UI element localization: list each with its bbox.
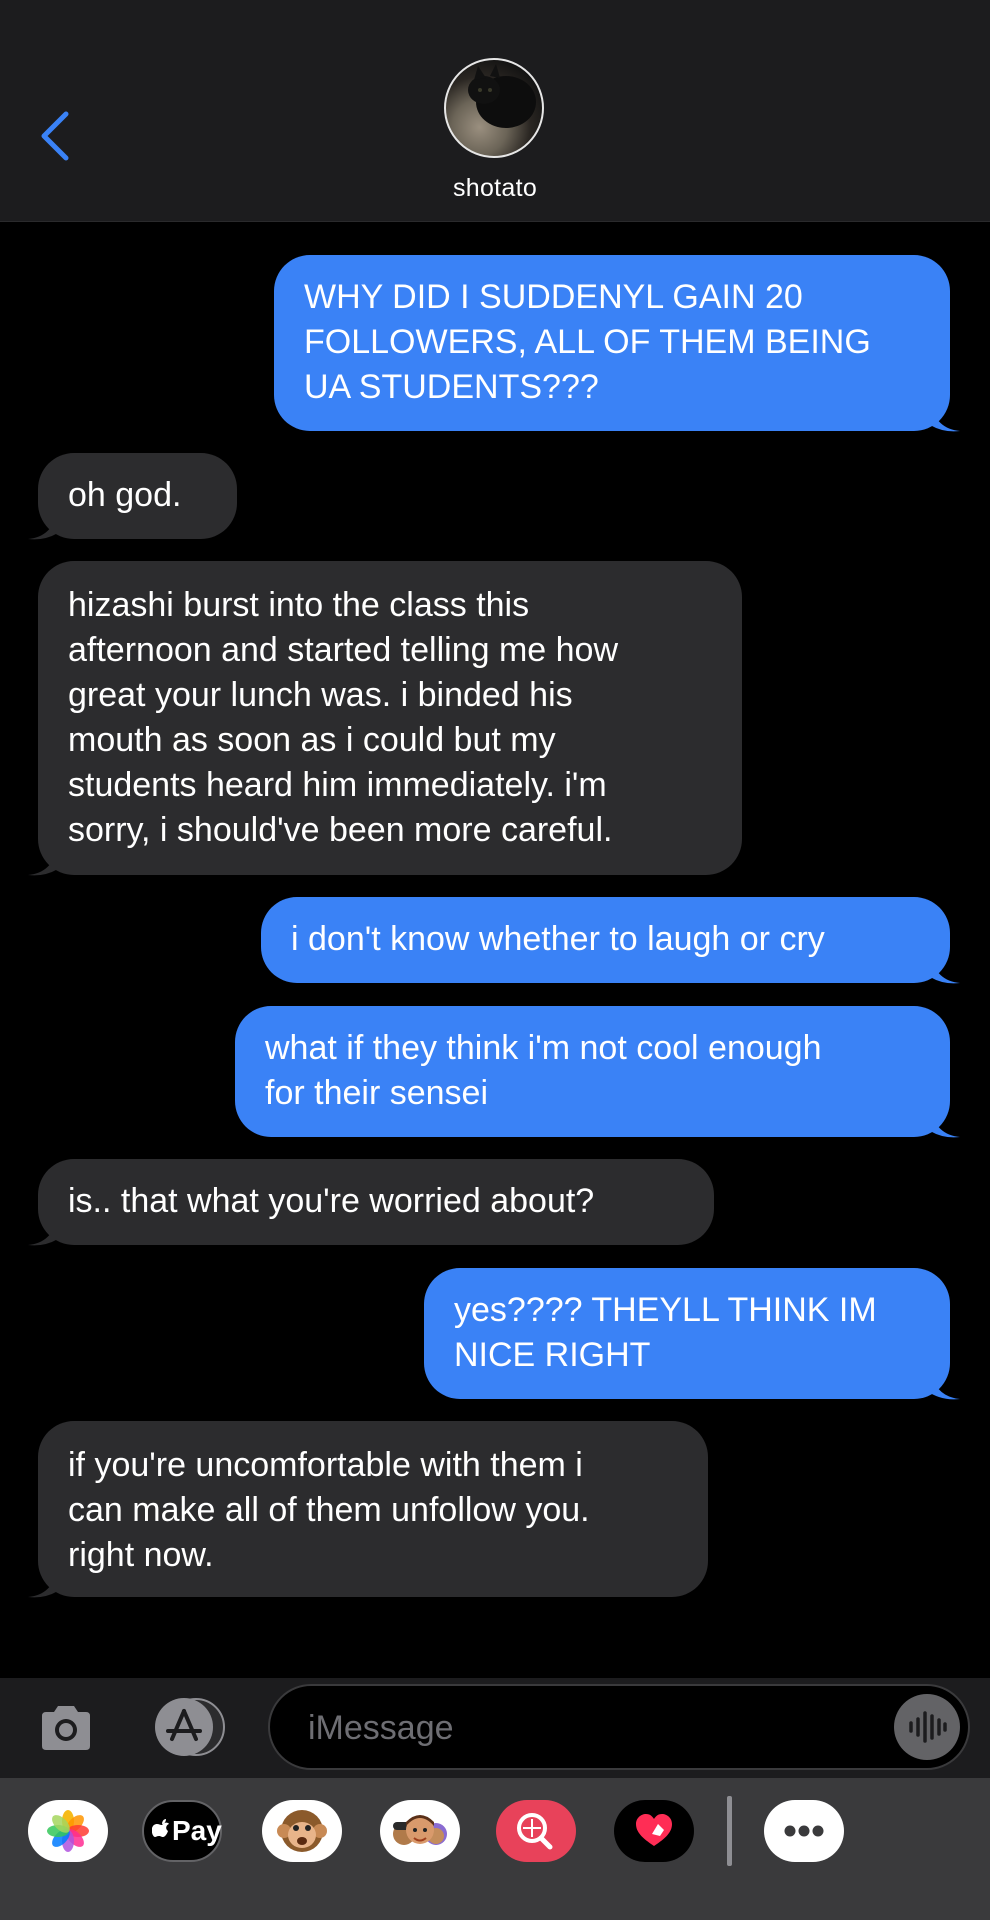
bubble-tail — [28, 847, 58, 876]
more-apps-icon[interactable] — [764, 1800, 844, 1862]
message-bubble-outgoing[interactable]: i don't know whether to laugh or cry — [261, 897, 950, 983]
digital-touch-app-icon[interactable] — [614, 1800, 694, 1862]
audio-message-icon[interactable] — [894, 1694, 960, 1760]
camera-icon[interactable] — [36, 1698, 96, 1758]
contact-name[interactable]: shotato — [0, 174, 990, 203]
message-input[interactable] — [306, 1686, 850, 1770]
imessage-field[interactable] — [268, 1684, 970, 1770]
message-bubble-outgoing[interactable]: what if they think i'm not cool enough f… — [235, 1006, 950, 1137]
bubble-tail — [930, 403, 960, 432]
search-images-app-icon[interactable] — [496, 1800, 576, 1862]
bubble-tail — [930, 1109, 960, 1138]
message-bubble-outgoing[interactable]: WHY DID I SUDDENYL GAIN 20 FOLLOWERS, AL… — [274, 255, 950, 431]
compose-bar — [0, 1678, 990, 1778]
drawer-divider — [727, 1796, 732, 1866]
message-bubble-outgoing[interactable]: yes???? THEYLL THINK IM NICE RIGHT — [424, 1268, 950, 1399]
photos-app-icon[interactable] — [28, 1800, 108, 1862]
apple-pay-label: Pay — [172, 1815, 222, 1846]
message-bubble-incoming[interactable]: hizashi burst into the class this aftern… — [38, 561, 742, 875]
conversation-header: shotato — [0, 0, 990, 222]
bubble-tail — [28, 1217, 58, 1246]
bubble-tail — [28, 511, 58, 540]
message-bubble-incoming[interactable]: if you're uncomfortable with them i can … — [38, 1421, 708, 1597]
message-bubble-incoming[interactable]: is.. that what you're worried about? — [38, 1159, 714, 1245]
apple-pay-app-icon[interactable]: Pay — [142, 1800, 222, 1862]
app-drawer: Pay — [0, 1778, 990, 1920]
bubble-tail — [28, 1569, 58, 1598]
message-bubble-incoming[interactable]: oh god. — [38, 453, 237, 539]
bubble-tail — [930, 1371, 960, 1400]
bubble-tail — [930, 955, 960, 984]
animoji-app-icon[interactable] — [262, 1800, 342, 1862]
app-store-icon[interactable] — [150, 1697, 226, 1757]
memoji-app-icon[interactable] — [380, 1800, 460, 1862]
contact-avatar[interactable] — [444, 58, 544, 158]
back-chevron-icon[interactable] — [36, 108, 76, 164]
